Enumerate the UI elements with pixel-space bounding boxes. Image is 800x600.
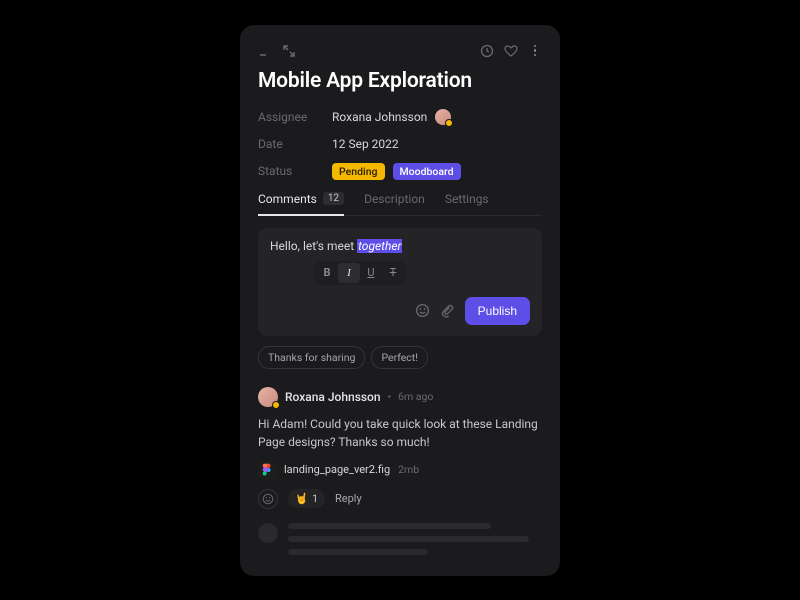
minimize-icon[interactable] xyxy=(258,44,272,58)
quick-replies: Thanks for sharing Perfect! xyxy=(258,346,542,369)
meta-status: Status Pending Moodboard xyxy=(258,163,542,180)
status-label: Status xyxy=(258,164,332,178)
italic-button[interactable]: I xyxy=(338,263,360,283)
comment-time: 6m ago xyxy=(398,390,433,403)
date-label: Date xyxy=(258,137,332,151)
composer-prefix: Hello, let's meet xyxy=(270,239,357,253)
tab-comments[interactable]: Comments 12 xyxy=(258,192,344,215)
meta-assignee: Assignee Roxana Johnsson xyxy=(258,109,542,125)
skeleton-avatar xyxy=(258,523,278,543)
composer-text[interactable]: Hello, let's meet together xyxy=(270,239,530,253)
status-badges: Pending Moodboard xyxy=(332,163,461,180)
more-icon[interactable] xyxy=(528,44,542,58)
badge-pending[interactable]: Pending xyxy=(332,163,385,180)
tab-comments-label: Comments xyxy=(258,192,317,206)
skeleton-line xyxy=(288,536,529,542)
file-size: 2mb xyxy=(398,463,419,476)
add-reaction-icon[interactable] xyxy=(258,489,278,509)
reaction-pill[interactable]: 🤘 1 xyxy=(288,489,325,508)
bold-button[interactable]: B xyxy=(316,263,338,283)
assignee-name: Roxana Johnsson xyxy=(332,110,427,124)
publish-button[interactable]: Publish xyxy=(465,297,530,325)
composer-highlight: together xyxy=(357,239,402,253)
skeleton-line xyxy=(288,549,428,555)
task-title: Mobile App Exploration xyxy=(258,69,542,93)
format-toolbar: B I U T xyxy=(314,261,406,285)
reaction-emoji: 🤘 xyxy=(295,492,308,505)
attachment[interactable]: landing_page_ver2.fig 2mb xyxy=(258,461,542,479)
figma-file-icon xyxy=(258,461,276,479)
expand-icon[interactable] xyxy=(282,44,296,58)
panel-topbar xyxy=(258,43,542,59)
comment-composer: Hello, let's meet together B I U T Publi… xyxy=(258,228,542,336)
strike-button[interactable]: T xyxy=(382,263,404,283)
comments-count: 12 xyxy=(323,192,344,205)
composer-footer: Publish xyxy=(270,297,530,325)
reactions: 🤘 1 Reply xyxy=(258,489,542,509)
comment-avatar[interactable] xyxy=(258,387,278,407)
clock-icon[interactable] xyxy=(480,44,494,58)
reply-link[interactable]: Reply xyxy=(335,492,362,505)
meta-date: Date 12 Sep 2022 xyxy=(258,137,542,151)
heart-icon[interactable] xyxy=(504,44,518,58)
tab-settings[interactable]: Settings xyxy=(445,192,489,215)
skeleton-comment xyxy=(258,523,542,562)
underline-button[interactable]: U xyxy=(360,263,382,283)
assignee-value[interactable]: Roxana Johnsson xyxy=(332,109,451,125)
file-name: landing_page_ver2.fig xyxy=(284,463,390,476)
date-value[interactable]: 12 Sep 2022 xyxy=(332,137,399,151)
skeleton-line xyxy=(288,523,491,529)
reaction-count: 1 xyxy=(312,492,318,505)
comment-body: Hi Adam! Could you take quick look at th… xyxy=(258,415,542,451)
task-panel: Mobile App Exploration Assignee Roxana J… xyxy=(240,25,560,576)
topbar-left xyxy=(258,44,296,58)
emoji-icon[interactable] xyxy=(415,303,430,318)
tab-description[interactable]: Description xyxy=(364,192,425,215)
chip-thanks[interactable]: Thanks for sharing xyxy=(258,346,365,369)
comment-sep: • xyxy=(388,390,392,403)
badge-moodboard[interactable]: Moodboard xyxy=(393,163,461,180)
comment-item: Roxana Johnsson • 6m ago Hi Adam! Could … xyxy=(258,387,542,509)
topbar-right xyxy=(480,44,542,58)
comment-author[interactable]: Roxana Johnsson xyxy=(285,390,381,404)
assignee-label: Assignee xyxy=(258,110,332,124)
tabs: Comments 12 Description Settings xyxy=(258,192,542,216)
comment-header: Roxana Johnsson • 6m ago xyxy=(258,387,542,407)
chip-perfect[interactable]: Perfect! xyxy=(371,346,428,369)
attachment-icon[interactable] xyxy=(440,303,455,318)
assignee-avatar xyxy=(435,109,451,125)
